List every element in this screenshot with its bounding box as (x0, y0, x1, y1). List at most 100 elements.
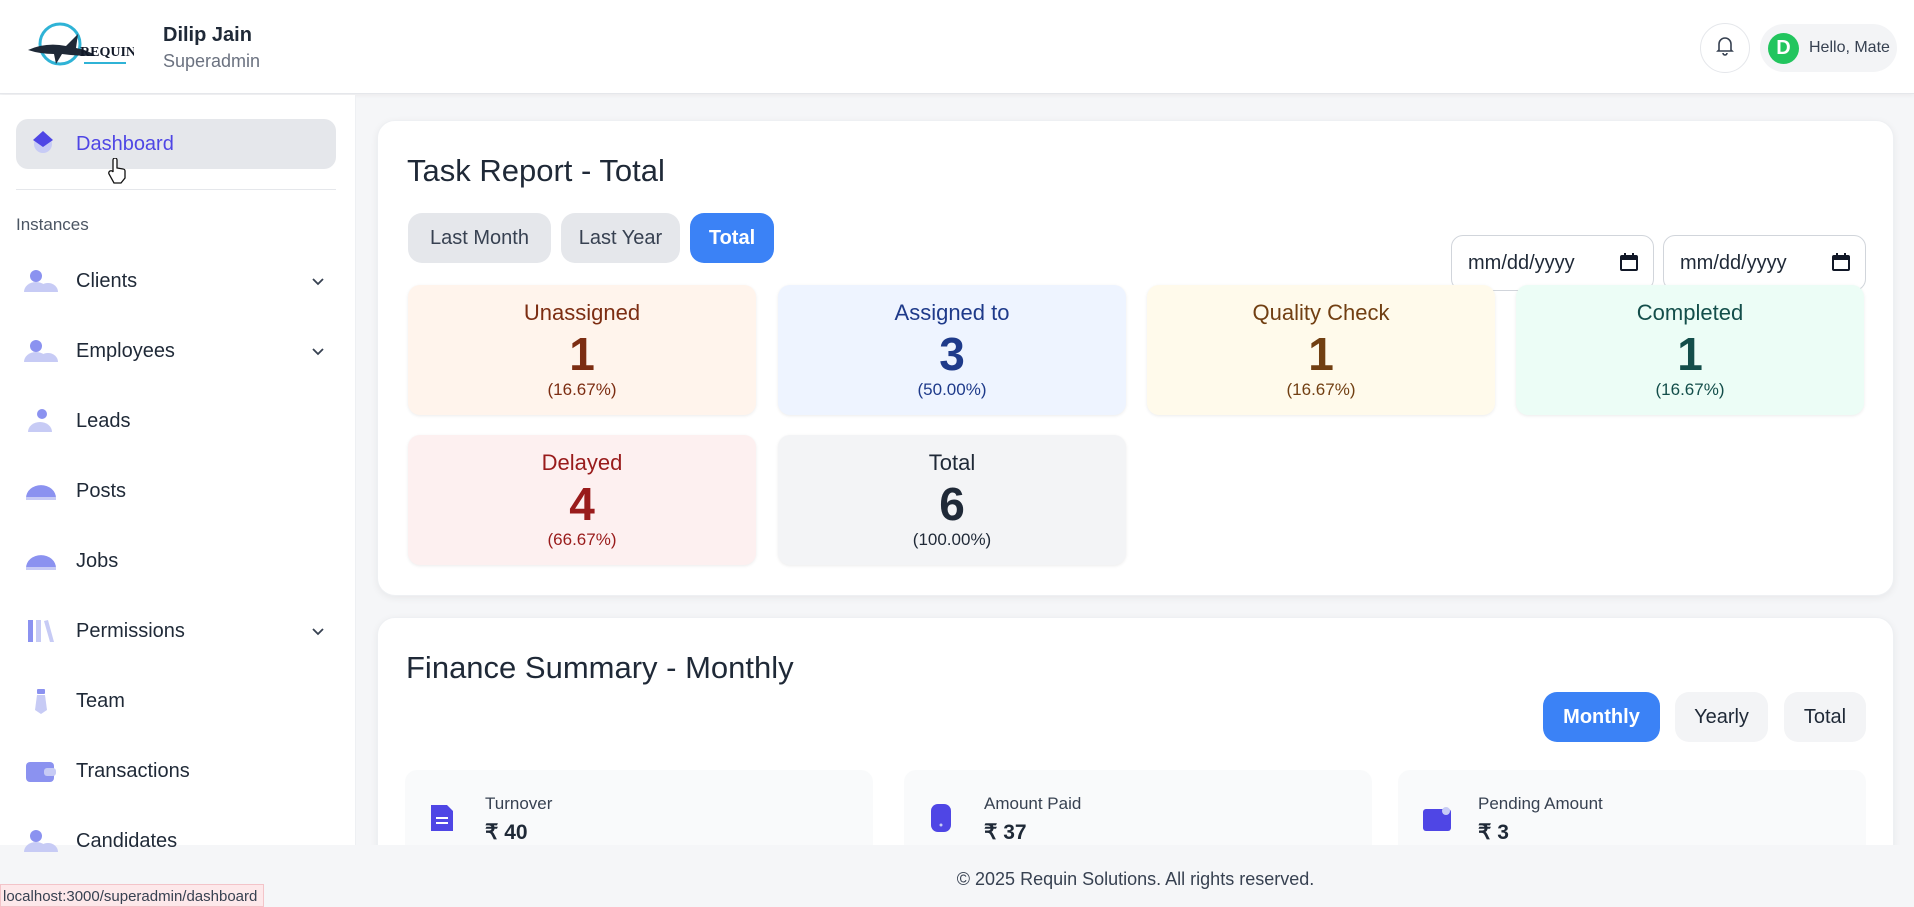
stat-value: 1 (1308, 328, 1334, 380)
sidebar-item-label: Leads (76, 409, 131, 432)
sidebar-item-leads[interactable]: Leads (16, 396, 336, 446)
finance-title: Finance Summary - Monthly (406, 650, 794, 685)
stat-title: Quality Check (1252, 300, 1390, 325)
stat-card-total[interactable]: Total 6 (100.00%) (778, 435, 1126, 565)
stat-value: 3 (939, 328, 965, 380)
footer: © 2025 Requin Solutions. All rights rese… (357, 845, 1914, 907)
users-icon (24, 828, 58, 854)
stat-value: 6 (939, 478, 965, 530)
cloud-icon (24, 548, 58, 574)
chevron-down-icon[interactable] (312, 273, 324, 289)
lead-icon (24, 408, 58, 434)
stat-card-unassigned[interactable]: Unassigned 1 (16.67%) (408, 285, 756, 415)
stat-title: Unassigned (523, 300, 641, 325)
stat-percentage: (50.00%) (917, 380, 987, 399)
sidebar-item-label: Permissions (76, 619, 185, 642)
chevron-down-icon[interactable] (312, 623, 324, 639)
sidebar-item-label: Clients (76, 269, 138, 292)
stat-title: Assigned to (894, 300, 1010, 325)
chevron-down-icon[interactable] (312, 343, 324, 359)
sidebar-item-label: Candidates (76, 829, 178, 852)
sidebar: Dashboard Instances Clients Employees Le… (0, 95, 356, 852)
bell-icon (1716, 36, 1734, 61)
avatar: D (1768, 32, 1799, 64)
finance-filter-monthly-button[interactable]: Monthly (1543, 692, 1660, 742)
finance-card-pending-amount: Pending Amount ₹ 3 (1398, 770, 1866, 845)
document-icon (429, 803, 455, 833)
stat-percentage: (16.67%) (1286, 380, 1356, 399)
wallet-icon (1422, 803, 1451, 833)
requin-logo[interactable]: REQUIN (26, 20, 136, 74)
sidebar-item-label: Transactions (76, 759, 190, 782)
task-report-title: Task Report - Total (407, 153, 665, 188)
stat-percentage: (66.67%) (547, 530, 617, 549)
date-from-placeholder: mm/dd/yyyy (1468, 251, 1575, 274)
footer-copyright: © 2025 Requin Solutions. All rights rese… (956, 869, 1315, 889)
users-icon (24, 338, 58, 364)
finance-card-label: Turnover (485, 794, 553, 813)
user-role: Superadmin (163, 51, 261, 71)
tie-icon (24, 688, 58, 714)
stat-card-assigned[interactable]: Assigned to 3 (50.00%) (778, 285, 1126, 415)
finance-card-value: ₹ 3 (1478, 821, 1509, 844)
sidebar-item-label: Team (76, 689, 125, 712)
phone-icon (928, 803, 954, 833)
stat-card-completed[interactable]: Completed 1 (16.67%) (1516, 285, 1864, 415)
status-bar-url: localhost:3000/superadmin/dashboard (0, 884, 265, 907)
dashboard-diamond-icon (30, 129, 56, 155)
sidebar-item-label: Posts (76, 479, 127, 502)
sidebar-item-employees[interactable]: Employees (16, 326, 336, 376)
stat-title: Total (928, 450, 976, 475)
stat-value: 1 (569, 328, 595, 380)
sidebar-item-permissions[interactable]: Permissions (16, 606, 336, 656)
mouse-pointer-icon (108, 157, 126, 184)
sidebar-item-posts[interactable]: Posts (16, 466, 336, 516)
finance-filter-yearly-button[interactable]: Yearly (1675, 692, 1768, 742)
finance-card-value: ₹ 37 (984, 821, 1027, 844)
stat-title: Completed (1636, 300, 1744, 325)
stat-value: 4 (569, 478, 595, 530)
library-icon (24, 618, 58, 644)
calendar-icon[interactable] (1619, 252, 1639, 272)
calendar-icon[interactable] (1831, 252, 1851, 272)
cloud-icon (24, 478, 58, 504)
date-to-input[interactable]: mm/dd/yyyy (1663, 235, 1866, 291)
date-from-input[interactable]: mm/dd/yyyy (1451, 235, 1654, 291)
filter-total-button[interactable]: Total (690, 213, 774, 263)
user-menu-button[interactable]: D Hello, Mate (1760, 24, 1897, 72)
stat-percentage: (16.67%) (547, 380, 617, 399)
users-icon (24, 268, 58, 294)
stat-card-delayed[interactable]: Delayed 4 (66.67%) (408, 435, 756, 565)
stat-value: 1 (1677, 328, 1703, 380)
sidebar-item-candidates[interactable]: Candidates (16, 816, 336, 866)
finance-card-label: Pending Amount (1478, 794, 1603, 813)
sidebar-item-jobs[interactable]: Jobs (16, 536, 336, 586)
date-to-placeholder: mm/dd/yyyy (1680, 251, 1787, 274)
filter-last-year-button[interactable]: Last Year (561, 213, 680, 263)
stat-percentage: (100.00%) (912, 530, 992, 549)
sidebar-item-transactions[interactable]: Transactions (16, 746, 336, 796)
finance-card-value: ₹ 40 (485, 821, 528, 844)
user-info: Dilip Jain Superadmin (163, 22, 260, 74)
stat-card-quality-check[interactable]: Quality Check 1 (16.67%) (1147, 285, 1495, 415)
wallet-icon (24, 758, 58, 784)
sidebar-item-label: Employees (76, 339, 175, 362)
sidebar-item-team[interactable]: Team (16, 676, 336, 726)
sidebar-item-clients[interactable]: Clients (16, 256, 336, 306)
greeting-text: Hello, Mate (1809, 39, 1890, 56)
filter-last-month-button[interactable]: Last Month (408, 213, 551, 263)
finance-card-turnover: Turnover ₹ 40 (405, 770, 873, 845)
sidebar-item-dashboard[interactable]: Dashboard (16, 119, 336, 169)
stat-title: Delayed (541, 450, 623, 475)
notifications-button[interactable] (1700, 23, 1750, 73)
sidebar-section-title: Instances (16, 215, 89, 234)
finance-card-amount-paid: Amount Paid ₹ 37 (904, 770, 1372, 845)
finance-card-label: Amount Paid (984, 794, 1082, 813)
sidebar-item-label: Dashboard (76, 132, 174, 155)
user-name: Dilip Jain (163, 24, 252, 46)
logo-text: REQUIN (80, 45, 134, 60)
sidebar-divider (16, 189, 336, 190)
top-header: REQUIN Dilip Jain Superadmin D Hello, Ma… (0, 0, 1914, 94)
finance-filter-total-button[interactable]: Total (1784, 692, 1866, 742)
stat-percentage: (16.67%) (1655, 380, 1725, 399)
